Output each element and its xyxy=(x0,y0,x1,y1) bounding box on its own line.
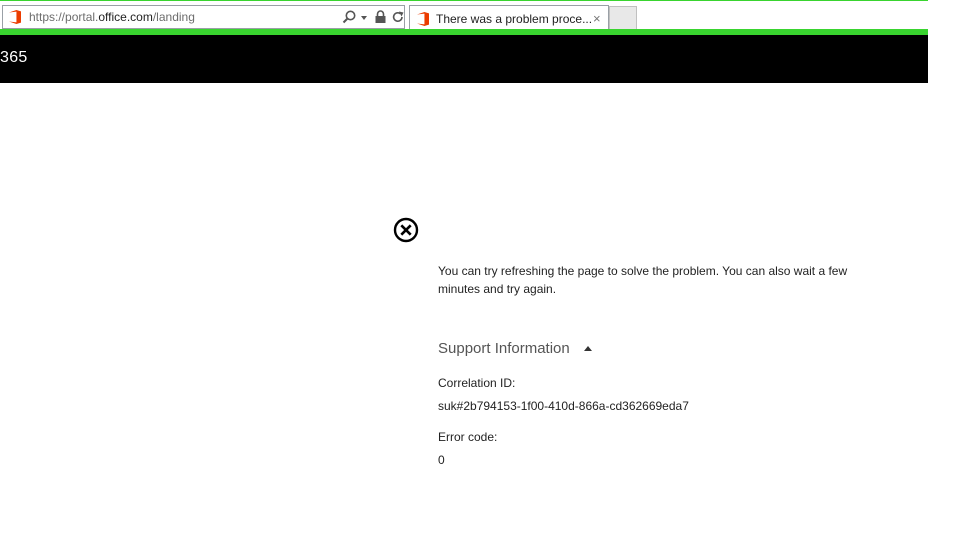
error-message: You can try refreshing the page to solve… xyxy=(438,264,848,296)
url-prefix: https://portal. xyxy=(29,10,99,24)
error-code-label: Error code: xyxy=(438,430,498,444)
url-path: /landing xyxy=(152,10,195,24)
error-circle-x-icon xyxy=(393,217,419,243)
close-icon[interactable]: × xyxy=(593,11,601,26)
tab-active[interactable]: There was a problem proce... × xyxy=(409,5,609,32)
correlation-id-label: Correlation ID: xyxy=(438,376,516,390)
app-header: 365 xyxy=(0,35,928,83)
lock-icon[interactable] xyxy=(374,9,387,25)
app-title[interactable]: 365 xyxy=(0,49,28,67)
chevron-up-icon[interactable] xyxy=(584,346,592,351)
address-bar[interactable]: https://portal.office.com/landing xyxy=(2,5,405,29)
tab-title: There was a problem proce... xyxy=(436,12,592,26)
url-text[interactable]: https://portal.office.com/landing xyxy=(29,10,195,24)
browser-chrome: https://portal.office.com/landing There … xyxy=(0,0,928,32)
correlation-id-value: suk#2b794153-1f00-410d-866a-cd362669eda7 xyxy=(438,399,689,413)
new-tab-button[interactable] xyxy=(609,6,637,31)
chevron-down-icon[interactable] xyxy=(361,16,367,20)
search-icon[interactable] xyxy=(341,9,357,25)
refresh-icon[interactable] xyxy=(391,9,405,25)
url-domain: office.com xyxy=(98,10,153,24)
support-info-heading[interactable]: Support Information xyxy=(438,340,570,357)
office-logo-icon xyxy=(417,12,429,26)
error-code-value: 0 xyxy=(438,453,445,467)
office-logo-icon xyxy=(9,10,21,24)
